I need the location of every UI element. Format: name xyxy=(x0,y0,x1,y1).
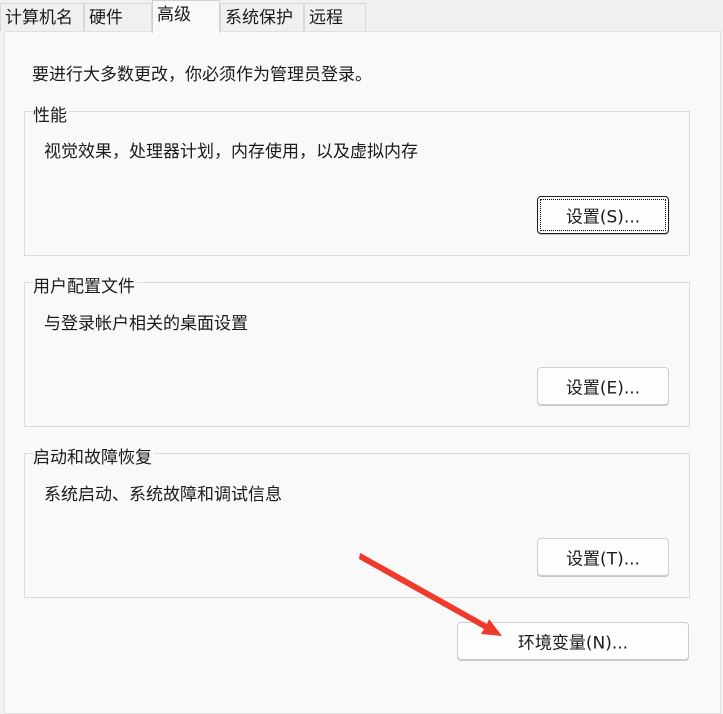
performance-group xyxy=(24,111,690,256)
performance-group-title: 性能 xyxy=(33,101,69,126)
tab-advanced[interactable]: 高级 xyxy=(152,0,220,33)
performance-description: 视觉效果，处理器计划，内存使用，以及虚拟内存 xyxy=(44,142,418,162)
startup-recovery-settings-label: 设置(T)... xyxy=(566,549,640,570)
user-profiles-group xyxy=(24,282,690,427)
user-profiles-description: 与登录帐户相关的桌面设置 xyxy=(44,314,248,334)
tab-remote[interactable]: 远程 xyxy=(304,3,366,31)
user-profiles-group-title: 用户配置文件 xyxy=(33,272,137,297)
startup-recovery-description: 系统启动、系统故障和调试信息 xyxy=(44,485,282,505)
tab-strip: 计算机名 硬件 高级 系统保护 远程 xyxy=(0,0,723,33)
admin-notice: 要进行大多数更改，你必须作为管理员登录。 xyxy=(32,65,372,85)
performance-settings-button[interactable]: 设置(S)... xyxy=(537,196,669,234)
tab-hardware[interactable]: 硬件 xyxy=(84,3,152,31)
startup-recovery-group-title: 启动和故障恢复 xyxy=(33,443,154,468)
environment-variables-label: 环境变量(N)... xyxy=(517,633,629,654)
startup-recovery-settings-button[interactable]: 设置(T)... xyxy=(537,538,669,576)
tab-system-protection[interactable]: 系统保护 xyxy=(220,3,304,31)
user-profiles-settings-label: 设置(E)... xyxy=(565,378,641,399)
environment-variables-button[interactable]: 环境变量(N)... xyxy=(457,622,689,660)
user-profiles-settings-button[interactable]: 设置(E)... xyxy=(537,367,669,405)
startup-recovery-group xyxy=(24,453,690,598)
tab-computer-name[interactable]: 计算机名 xyxy=(0,3,84,31)
performance-settings-label: 设置(S)... xyxy=(565,207,641,228)
